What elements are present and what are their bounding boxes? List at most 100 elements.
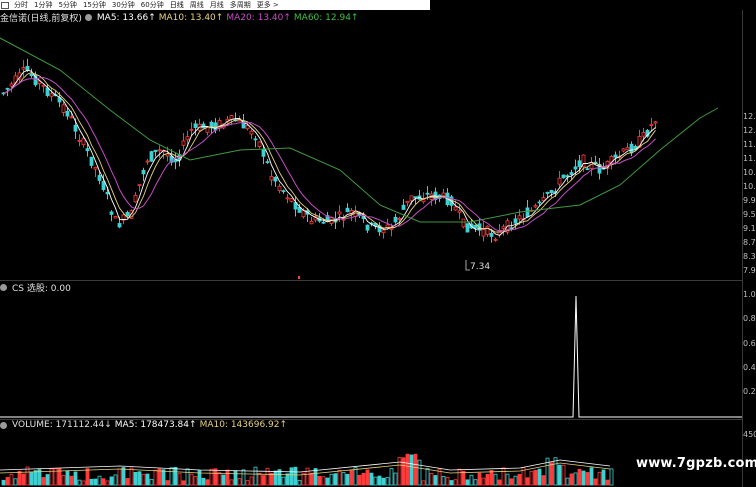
volume-bar (497, 479, 502, 486)
volume-bar (141, 473, 146, 486)
cs-settings-icon[interactable] (0, 284, 7, 291)
candle-body (269, 176, 274, 181)
volume-bar (269, 472, 274, 486)
volume-bar (341, 472, 346, 486)
volume-bar (1, 479, 6, 486)
candle-body (153, 149, 158, 153)
candle-body (185, 136, 190, 141)
price-tick: 9.5 (743, 210, 756, 219)
candle-body (213, 122, 218, 131)
candle-body (405, 201, 410, 204)
volume-bar (573, 472, 578, 486)
volume-bar (189, 473, 194, 486)
volume-bar (33, 470, 38, 486)
volume-bar (241, 469, 246, 486)
volume-bar (489, 470, 494, 486)
price-tick: 9.1 (743, 224, 756, 233)
volume-bar (357, 474, 362, 486)
candle-body (289, 198, 294, 202)
candle-body (193, 123, 198, 129)
candle-body (257, 141, 262, 148)
volume-bar (481, 477, 486, 486)
volume-bar (461, 470, 466, 486)
volume-bar (337, 469, 342, 486)
candle-body (629, 143, 634, 154)
volume-ma10: MA10: 143696.92↑ (199, 420, 288, 430)
volume-bar (173, 467, 178, 486)
panel-divider-price (0, 280, 742, 281)
volume-bar (125, 478, 130, 486)
volume-bar (609, 468, 614, 486)
price-axis: 12.4 12.0 11.6 11.1 10.7 10.3 9.9 9.5 9.… (742, 112, 756, 280)
volume-bar (533, 470, 538, 486)
candle-body (277, 185, 282, 191)
volume-bar (417, 459, 422, 486)
price-tick: 7.9 (743, 266, 756, 275)
volume-bar (393, 472, 398, 486)
volume-bar (237, 478, 242, 486)
volume-bar (281, 476, 286, 486)
volume-bar (349, 469, 354, 486)
volume-bar (501, 467, 506, 486)
volume-bar (253, 466, 258, 486)
candle-body (273, 176, 278, 182)
candle-body (93, 166, 98, 170)
volume-bar (165, 480, 170, 486)
volume-bar (205, 479, 210, 486)
candle-body (649, 123, 654, 126)
candle-body (61, 104, 66, 113)
event-marker (298, 276, 300, 279)
volume-bar (89, 478, 94, 486)
volume-bar (273, 470, 278, 486)
volume-bar (293, 466, 298, 486)
volume-settings-icon[interactable] (0, 421, 7, 429)
candle-body (265, 161, 270, 164)
price-tick: 8.7 (743, 238, 756, 247)
candle-body (489, 232, 494, 237)
cs-tick: 0.20 (743, 387, 756, 396)
volume-bar (589, 467, 594, 486)
kline-chart[interactable] (0, 0, 742, 487)
candle-body (141, 170, 146, 175)
volume-bar (213, 468, 218, 486)
volume-bar (13, 478, 18, 486)
volume-bar (69, 475, 74, 486)
volume-bar (529, 470, 534, 486)
volume-bar (209, 468, 214, 486)
volume-bar (101, 478, 106, 486)
volume-bar (133, 471, 138, 486)
volume-bar (321, 476, 326, 486)
volume-bar (137, 471, 142, 486)
candle-body (125, 212, 130, 217)
volume-bar (81, 480, 86, 486)
volume-bar (505, 473, 510, 486)
volume-bar (249, 476, 254, 486)
price-tick: 12.0 (743, 126, 756, 135)
volume-bar (541, 475, 546, 486)
volume-bar (185, 468, 190, 486)
volume-bar (345, 473, 350, 486)
volume-bar (517, 473, 522, 486)
candle-body (5, 87, 10, 90)
volume-bar (317, 475, 322, 486)
volume-bar (149, 478, 154, 486)
candle-body (281, 190, 286, 193)
candle-body (465, 223, 470, 233)
candle-body (109, 211, 114, 215)
volume-bar (105, 480, 110, 486)
cs-title[interactable]: CS 选股: 0.00 (12, 281, 71, 294)
volume-bar (493, 473, 498, 486)
candle-body (21, 67, 26, 70)
volume-bar (145, 473, 150, 486)
volume-bar (561, 464, 566, 486)
volume-bar (509, 478, 514, 486)
candle-body (517, 215, 522, 220)
volume-bar (537, 468, 542, 486)
volume-bar (5, 477, 10, 486)
volume-bar (181, 480, 186, 486)
volume-bar (177, 473, 182, 486)
volume-bar (433, 475, 438, 486)
candle-body (245, 125, 250, 130)
candle-body (97, 175, 102, 181)
volume-bar (41, 477, 46, 486)
